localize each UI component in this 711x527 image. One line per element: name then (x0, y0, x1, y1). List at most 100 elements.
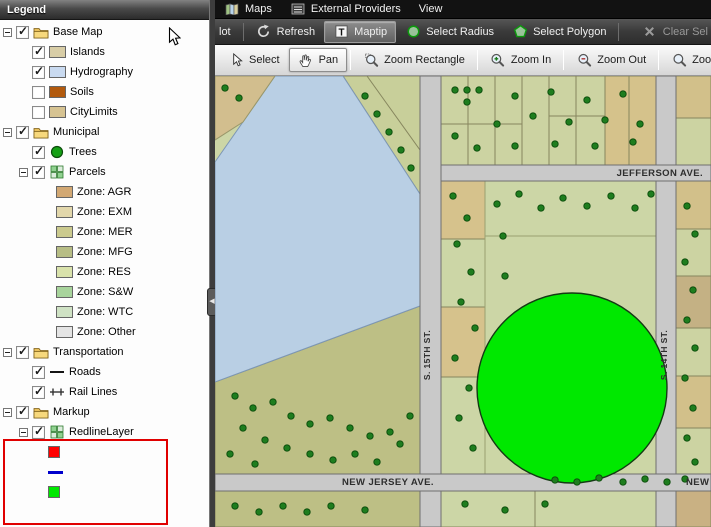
legend-node-zone-mer[interactable]: Zone: MER (0, 222, 209, 242)
menu-label: View (418, 3, 443, 15)
map-viewport[interactable]: JEFFERSON AVE. S. 15TH ST. S. 14TH ST. N… (215, 76, 711, 527)
menu-external-providers[interactable]: External Providers (281, 0, 410, 18)
maps-icon (224, 2, 240, 16)
expander-minus-icon[interactable] (19, 167, 28, 177)
external-providers-icon (290, 2, 306, 16)
layer-checkbox[interactable] (32, 85, 45, 99)
layer-checkbox[interactable] (16, 24, 29, 39)
plot-button[interactable]: lot (216, 22, 240, 42)
legend-node-zone-agr[interactable]: Zone: AGR (0, 182, 209, 202)
select-polygon-icon (512, 24, 528, 39)
layer-label: Soils (70, 86, 94, 98)
menu-view[interactable]: View (410, 0, 452, 18)
legend-node-municipal[interactable]: Municipal (0, 122, 209, 142)
layer-checkbox[interactable] (32, 64, 45, 79)
button-label: Pan (318, 54, 339, 66)
expander-minus-icon[interactable] (3, 407, 12, 417)
layer-label: Islands (70, 46, 105, 58)
layer-label: Zone: MFG (77, 246, 133, 258)
legend-node-zone-res[interactable]: Zone: RES (0, 262, 209, 282)
maptip-icon: T (333, 25, 349, 39)
select-tool-button[interactable]: Select (219, 48, 289, 72)
legend-node-redline-polygon[interactable] (0, 482, 209, 502)
legend-swatch (56, 206, 73, 218)
layer-checkbox[interactable] (32, 424, 45, 439)
legend-node-soils[interactable]: Soils (0, 82, 209, 102)
layer-label: Zone: RES (77, 266, 131, 278)
tree-point-icon (49, 145, 65, 159)
layer-checkbox[interactable] (32, 105, 45, 119)
layer-checkbox[interactable] (32, 364, 45, 379)
redline-circle-markup[interactable] (476, 292, 668, 484)
pan-tool-button[interactable]: Pan (288, 48, 348, 72)
clear-selection-button[interactable]: Clear Sel (633, 21, 711, 43)
legend-node-roads[interactable]: Roads (0, 362, 209, 382)
folder-icon (33, 345, 49, 359)
legend-swatch (56, 306, 73, 318)
refresh-button[interactable]: Refresh (247, 21, 325, 43)
street-label-jefferson: JEFFERSON AVE. (617, 168, 703, 179)
menu-label: Maps (245, 3, 272, 15)
gis-application-window: Legend Base Map Islands Hydrography (0, 0, 711, 527)
zoom-extents-button[interactable]: Zoom Ex (662, 48, 711, 72)
select-polygon-button[interactable]: Select Polygon (503, 21, 615, 43)
toolbar-separator (242, 22, 244, 41)
button-label: Select Radius (426, 25, 495, 38)
expander-minus-icon[interactable] (3, 347, 12, 357)
layer-checkbox[interactable] (16, 344, 29, 359)
legend-swatch (49, 106, 66, 118)
button-label: Zoom Ex (692, 54, 711, 66)
button-label: lot (219, 25, 231, 38)
layer-label: Zone: Other (77, 326, 136, 338)
menubar: Maps External Providers View (215, 0, 711, 19)
legend-node-zone-mfg[interactable]: Zone: MFG (0, 242, 209, 262)
layer-checkbox[interactable] (32, 144, 45, 159)
layer-checkbox[interactable] (32, 384, 45, 399)
legend-node-parcels[interactable]: Parcels (0, 162, 209, 182)
legend-swatch (49, 46, 66, 58)
expander-minus-icon[interactable] (3, 27, 12, 37)
legend-node-zone-exm[interactable]: Zone: EXM (0, 202, 209, 222)
maptip-button[interactable]: T Maptip (324, 20, 397, 43)
redline-point-swatch (48, 446, 60, 458)
legend-node-zone-sw[interactable]: Zone: S&W (0, 282, 209, 302)
button-label: Select Polygon (533, 25, 607, 38)
zoom-out-button[interactable]: Zoom Out (567, 48, 655, 72)
svg-text:T: T (338, 27, 344, 38)
layer-label: Parcels (69, 166, 106, 178)
select-radius-button[interactable]: Select Radius (396, 21, 503, 43)
legend-node-redline-point[interactable] (0, 442, 209, 462)
legend-node-zone-other[interactable]: Zone: Other (0, 322, 209, 342)
layer-checkbox[interactable] (32, 44, 45, 59)
legend-node-transportation[interactable]: Transportation (0, 342, 209, 362)
menu-maps[interactable]: Maps (215, 0, 281, 18)
legend-node-hydrography[interactable]: Hydrography (0, 62, 209, 82)
redline-line-swatch (48, 470, 63, 474)
legend-node-redlinelayer[interactable]: RedlineLayer (0, 422, 209, 442)
layer-checkbox[interactable] (16, 124, 29, 139)
zoom-in-icon (490, 53, 506, 67)
legend-node-zone-wtc[interactable]: Zone: WTC (0, 302, 209, 322)
zoom-extents-icon (671, 53, 687, 67)
layer-checkbox[interactable] (32, 164, 45, 179)
legend-swatch (56, 226, 73, 238)
expander-minus-icon[interactable] (3, 127, 12, 137)
zoom-rectangle-button[interactable]: Zoom Rectangle (354, 48, 474, 72)
button-label: Zoom In (510, 54, 552, 66)
expander-minus-icon[interactable] (19, 427, 28, 437)
street-label-new-jersey: NEW JERSEY AVE. (342, 477, 434, 488)
legend-node-redline-line[interactable] (0, 462, 209, 482)
zoom-in-button[interactable]: Zoom In (481, 48, 560, 72)
zoom-out-icon (576, 53, 592, 67)
legend-node-trees[interactable]: Trees (0, 142, 209, 162)
legend-node-markup[interactable]: Markup (0, 402, 209, 422)
layer-label: Roads (69, 366, 101, 378)
clear-selection-icon (642, 25, 658, 39)
button-label: Refresh (276, 25, 316, 38)
street-label-s14th: S. 14TH ST. (659, 330, 669, 380)
selection-toolbar: lot Refresh T Maptip Select Radius Selec… (215, 19, 711, 45)
legend-node-rail-lines[interactable]: Rail Lines (0, 382, 209, 402)
layer-label: Municipal (53, 126, 100, 138)
layer-checkbox[interactable] (16, 404, 29, 419)
legend-node-citylimits[interactable]: CityLimits (0, 102, 209, 122)
